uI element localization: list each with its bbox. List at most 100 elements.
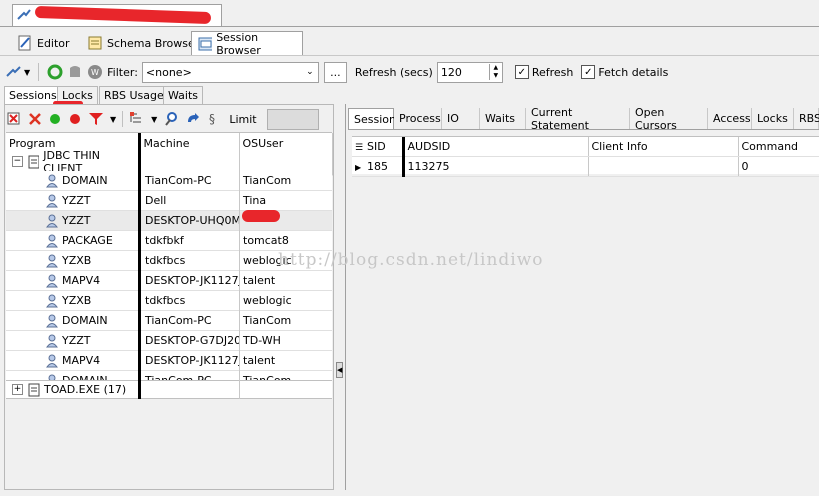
tab-label: RBS xyxy=(799,112,819,125)
tab-access[interactable]: Access xyxy=(708,108,752,129)
column-header-client-info[interactable]: Client Info xyxy=(588,137,739,157)
start-trace-icon[interactable] xyxy=(48,112,62,126)
tab-rbs-usage[interactable]: RBS Usage xyxy=(99,86,169,104)
tab-io[interactable]: IO xyxy=(442,108,480,129)
group-row-jdbc[interactable]: − JDBC THIN CLIENT xyxy=(6,149,139,175)
cell-program[interactable]: YZXB xyxy=(6,254,139,268)
cell-machine[interactable]: TianCom-PC xyxy=(139,174,239,187)
filter-icon[interactable]: W xyxy=(87,64,103,80)
column-divider[interactable] xyxy=(138,133,141,399)
close-icon[interactable] xyxy=(28,112,42,126)
spinner-arrows-icon[interactable]: ▲ ▼ xyxy=(488,64,502,80)
splitter[interactable] xyxy=(335,104,345,490)
tab-waits[interactable]: Waits xyxy=(480,108,526,129)
cell-program[interactable]: DOMAIN xyxy=(6,174,139,188)
cell-program[interactable]: YZZT xyxy=(6,334,139,348)
chevron-down-icon[interactable]: ▼ xyxy=(24,68,30,77)
tab-rbs[interactable]: RBS xyxy=(794,108,819,129)
filter-icon[interactable] xyxy=(88,111,104,127)
cell-text: YZZT xyxy=(62,214,91,227)
grid-menu-icon[interactable]: ☰ xyxy=(355,143,367,153)
filter-select[interactable]: <none> ⌄ xyxy=(141,61,319,83)
cell-audsid[interactable]: 113275 xyxy=(403,156,589,177)
tab-schema-browser[interactable]: Schema Browser xyxy=(80,31,206,55)
cell-program[interactable]: PACKAGE xyxy=(6,234,139,248)
cell-machine[interactable]: DESKTOP-UHQ0MD2 xyxy=(139,214,239,227)
table-row[interactable]: ▶ 185 113275 0 xyxy=(352,156,819,177)
group-row-toad[interactable]: + TOAD.EXE (17) xyxy=(6,380,332,399)
table-row[interactable]: MAPV4 DESKTOP-JK1127J talent xyxy=(6,271,332,291)
refresh-checkbox[interactable]: ✓ Refresh xyxy=(514,65,573,79)
refresh-interval-spinner[interactable]: 120 ▲ ▼ xyxy=(436,61,503,83)
splitter-arrow-icon[interactable]: ◀ xyxy=(336,362,343,378)
cell-program[interactable]: YZXB xyxy=(6,294,139,308)
table-row[interactable]: YZXB tdkfbcs weblogic xyxy=(6,291,332,311)
tab-session[interactable]: Session xyxy=(348,108,396,129)
fetch-details-checkbox[interactable]: ✓ Fetch details xyxy=(581,65,668,79)
cell-sid[interactable]: ▶ 185 xyxy=(352,156,405,177)
cell-program[interactable]: YZZT xyxy=(6,214,139,228)
column-header-audsid[interactable]: AUDSID xyxy=(403,137,589,157)
column-header-osuser[interactable]: OSUser xyxy=(239,133,333,176)
column-header-machine[interactable]: Machine xyxy=(139,133,240,176)
cell-machine[interactable]: DESKTOP-JK1127J xyxy=(139,274,239,287)
chevron-down-icon[interactable]: ▼ xyxy=(110,115,116,124)
cell-osuser[interactable]: tomcat8 xyxy=(239,234,332,247)
cell-program[interactable]: DOMAIN xyxy=(6,314,139,328)
chevron-down-icon[interactable]: ▼ xyxy=(151,115,157,124)
cell-osuser[interactable]: talent xyxy=(239,274,332,287)
tree-view-icon[interactable] xyxy=(129,111,145,127)
stop-trace-icon[interactable] xyxy=(68,112,82,126)
cell-machine[interactable]: Dell xyxy=(139,194,239,207)
filter-more-button[interactable]: ... xyxy=(323,61,347,83)
table-row[interactable]: PACKAGE tdkfbkf tomcat8 xyxy=(6,231,332,251)
cell-osuser[interactable]: TianCom xyxy=(239,174,332,187)
kill-session-icon[interactable] xyxy=(6,111,22,127)
cell-text: DESKTOP-G7DJ20U xyxy=(145,334,239,347)
table-row[interactable]: YZZT DESKTOP-UHQ0MD2 xyxy=(6,211,332,231)
connection-icon[interactable] xyxy=(6,65,22,79)
tab-process[interactable]: Process xyxy=(394,108,442,129)
column-divider[interactable] xyxy=(239,133,240,399)
cell-client-info[interactable] xyxy=(588,156,739,177)
table-row[interactable]: DOMAIN TianCom-PC TianCom xyxy=(6,311,332,331)
cell-osuser[interactable]: TD-WH xyxy=(239,334,332,347)
cell-osuser[interactable]: talent xyxy=(239,354,332,367)
cell-machine[interactable]: tdkfbcs xyxy=(139,254,239,267)
column-header-command[interactable]: Command xyxy=(738,137,819,157)
table-row[interactable]: YZZT DESKTOP-G7DJ20U TD-WH xyxy=(6,331,332,351)
table-row[interactable]: MAPV4 DESKTOP-JK1127J talent xyxy=(6,351,332,371)
cell-osuser[interactable]: Tina xyxy=(239,194,332,207)
expand-icon[interactable]: + xyxy=(12,384,23,395)
stop-icon[interactable] xyxy=(67,64,83,80)
refresh-limit-icon[interactable]: § xyxy=(207,111,223,127)
table-row[interactable]: DOMAIN TianCom-PC TianCom xyxy=(6,171,332,191)
tab-editor[interactable]: Editor xyxy=(10,31,77,55)
refresh-icon[interactable] xyxy=(47,64,63,80)
cell-machine[interactable]: DESKTOP-G7DJ20U xyxy=(139,334,239,347)
cell-machine[interactable]: TianCom-PC xyxy=(139,314,239,327)
document-tab[interactable] xyxy=(12,4,222,26)
cell-osuser[interactable]: weblogic xyxy=(239,294,332,307)
collapse-icon[interactable]: − xyxy=(12,156,23,167)
find-session-icon[interactable] xyxy=(163,111,179,127)
limit-input[interactable] xyxy=(266,108,319,130)
tab-waits[interactable]: Waits xyxy=(163,86,204,104)
tab-locks[interactable]: Locks xyxy=(752,108,794,129)
cell-machine[interactable]: tdkfbkf xyxy=(139,234,239,247)
tab-open-cursors[interactable]: Open Cursors xyxy=(630,106,708,132)
cell-command[interactable]: 0 xyxy=(738,156,819,177)
cell-osuser[interactable]: TianCom xyxy=(239,314,332,327)
redo-icon[interactable] xyxy=(185,111,201,127)
table-row[interactable]: YZZT Dell Tina xyxy=(6,191,332,211)
cell-program[interactable]: MAPV4 xyxy=(6,274,139,288)
cell-machine[interactable]: tdkfbcs xyxy=(139,294,239,307)
tab-session-browser[interactable]: Session Browser xyxy=(191,31,303,57)
tab-current-statement[interactable]: Current Statement xyxy=(526,106,630,132)
cell-program[interactable]: YZZT xyxy=(6,194,139,208)
cell-text: MAPV4 xyxy=(62,274,101,287)
column-header-sid[interactable]: ☰ SID xyxy=(352,137,405,157)
editor-icon xyxy=(18,35,31,51)
cell-machine[interactable]: DESKTOP-JK1127J xyxy=(139,354,239,367)
cell-program[interactable]: MAPV4 xyxy=(6,354,139,368)
